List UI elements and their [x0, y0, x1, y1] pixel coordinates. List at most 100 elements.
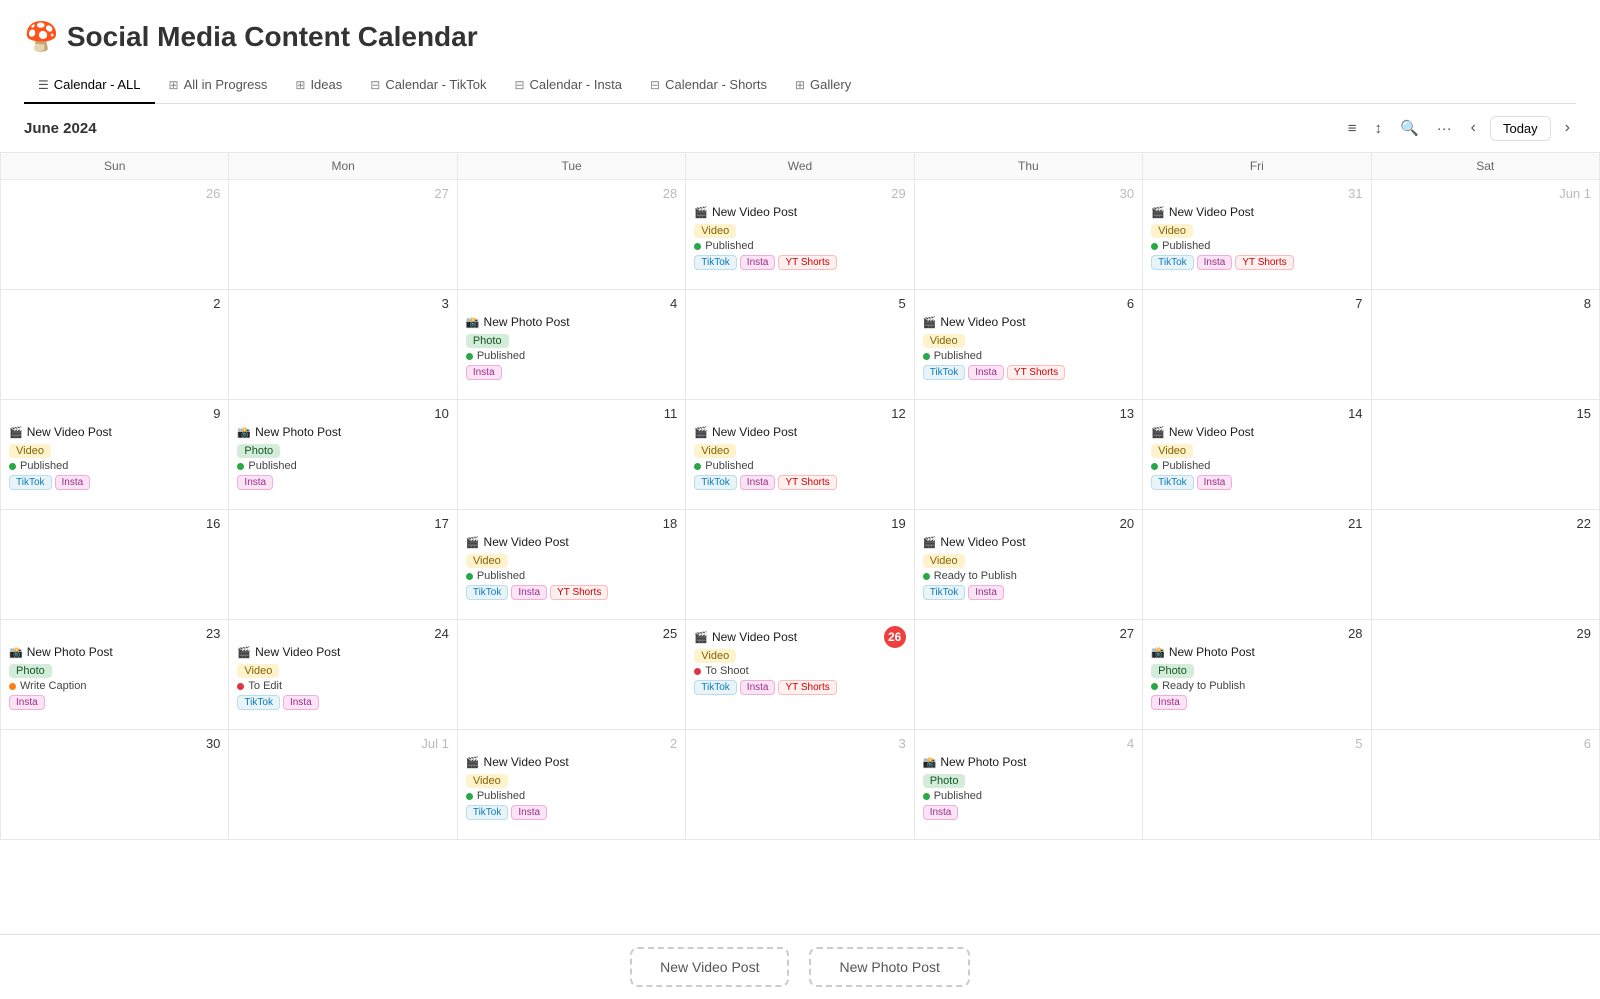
day-number: 4	[923, 736, 1134, 751]
platform-tag: TikTok	[694, 255, 737, 270]
status-dot	[9, 463, 16, 470]
day-number: 3	[237, 296, 448, 311]
status-dot	[466, 353, 473, 360]
status-dot	[923, 793, 930, 800]
platform-tag: TikTok	[1151, 255, 1194, 270]
day-number: 5	[694, 296, 905, 311]
event-status: Published	[923, 790, 1134, 802]
day-number: 28	[466, 186, 677, 201]
sort-icon[interactable]: ↕	[1369, 115, 1387, 142]
platform-tag: YT Shorts	[1235, 255, 1293, 270]
platform-tag: TikTok	[694, 680, 737, 695]
calendar-event[interactable]: 🎬New Video PostVideoPublishedTikTokInsta…	[694, 205, 905, 270]
event-status: Published	[923, 350, 1134, 362]
tab-icon-calendar-tiktok: ⊟	[370, 78, 380, 92]
calendar-cell-2-1: 10📸New Photo PostPhotoPublishedInsta	[229, 400, 457, 510]
calendar-cell-2-4: 13	[914, 400, 1142, 510]
search-icon[interactable]: 🔍	[1395, 114, 1424, 142]
filter-icon[interactable]: ≡	[1343, 115, 1362, 142]
calendar-event[interactable]: 🎬New Video PostVideoPublishedTikTokInsta	[466, 755, 677, 820]
platform-tags: Insta	[1151, 695, 1362, 710]
event-status: Published	[466, 350, 677, 362]
day-number: 2	[466, 736, 677, 751]
tab-all-in-progress[interactable]: ⊞All in Progress	[155, 67, 282, 104]
prev-month-button[interactable]: ‹	[1465, 117, 1482, 139]
calendar-event[interactable]: 🎬New Video PostVideoPublishedTikTokInsta…	[694, 425, 905, 490]
calendar-event[interactable]: 📸New Photo PostPhotoPublishedInsta	[237, 425, 448, 490]
platform-tags: TikTokInstaYT Shorts	[1151, 255, 1362, 270]
event-title: 🎬New Video Post	[923, 535, 1134, 549]
tab-calendar-insta[interactable]: ⊟Calendar - Insta	[500, 67, 636, 104]
day-number: 26	[884, 626, 906, 648]
calendar-event[interactable]: 🎬New Video PostVideoPublishedTikTokInsta…	[1151, 205, 1362, 270]
event-emoji: 🎬	[923, 316, 937, 329]
calendar-cell-0-0: 26	[1, 180, 229, 290]
event-emoji: 🎬	[694, 206, 708, 219]
calendar-event[interactable]: 🎬New Video PostVideoTo EditTikTokInsta	[237, 645, 448, 710]
calendar-event[interactable]: 🎬New Video PostVideoPublishedTikTokInsta…	[466, 535, 677, 600]
platform-tag: Insta	[511, 585, 547, 600]
day-number: 19	[694, 516, 905, 531]
day-number: 8	[1380, 296, 1591, 311]
day-number: 7	[1151, 296, 1362, 311]
calendar-event[interactable]: 🎬New Video PostVideoReady to PublishTikT…	[923, 535, 1134, 600]
calendar-cell-5-3: 3	[686, 730, 914, 840]
status-text: Ready to Publish	[1162, 680, 1245, 692]
day-number: 25	[466, 626, 677, 641]
tab-icon-ideas: ⊞	[295, 78, 305, 92]
tab-ideas[interactable]: ⊞Ideas	[281, 67, 356, 104]
calendar-cell-4-3: 26🎬New Video PostVideoTo ShootTikTokInst…	[686, 620, 914, 730]
calendar-event[interactable]: 🎬New Video PostVideoTo ShootTikTokInstaY…	[694, 630, 905, 695]
new-video-post-button[interactable]: New Video Post	[630, 947, 789, 987]
day-number: 6	[923, 296, 1134, 311]
platform-tags: Insta	[466, 365, 677, 380]
tab-label-calendar-tiktok: Calendar - TikTok	[385, 77, 486, 92]
day-number: 21	[1151, 516, 1362, 531]
event-status: To Edit	[237, 680, 448, 692]
calendar-event[interactable]: 🎬New Video PostVideoPublishedTikTokInsta…	[923, 315, 1134, 380]
more-icon[interactable]: ···	[1432, 115, 1457, 142]
weekday-header-sun: Sun	[1, 153, 229, 180]
calendar-event[interactable]: 🎬New Video PostVideoPublishedTikTokInsta	[9, 425, 220, 490]
day-number: 31	[1151, 186, 1362, 201]
tab-gallery[interactable]: ⊞Gallery	[781, 67, 865, 104]
page-title: Social Media Content Calendar	[67, 21, 478, 53]
status-dot	[1151, 463, 1158, 470]
today-button[interactable]: Today	[1490, 116, 1551, 141]
platform-tags: Insta	[9, 695, 220, 710]
day-number: 18	[466, 516, 677, 531]
platform-tag: TikTok	[923, 585, 966, 600]
tab-label-gallery: Gallery	[810, 77, 851, 92]
day-number: 24	[237, 626, 448, 641]
tab-calendar-all[interactable]: ☰Calendar - ALL	[24, 67, 155, 104]
status-text: Published	[705, 240, 753, 252]
status-text: Published	[1162, 240, 1210, 252]
calendar-event[interactable]: 📸New Photo PostPhotoWrite CaptionInsta	[9, 645, 220, 710]
weekday-header-tue: Tue	[457, 153, 685, 180]
next-month-button[interactable]: ›	[1559, 117, 1576, 139]
weekday-header-fri: Fri	[1143, 153, 1371, 180]
tab-label-calendar-insta: Calendar - Insta	[530, 77, 623, 92]
calendar-event[interactable]: 📸New Photo PostPhotoReady to PublishInst…	[1151, 645, 1362, 710]
platform-tag: Insta	[9, 695, 45, 710]
event-status: Published	[466, 790, 677, 802]
new-photo-post-button[interactable]: New Photo Post	[809, 947, 969, 987]
day-number: Jun 1	[1380, 186, 1591, 201]
platform-tags: Insta	[923, 805, 1134, 820]
tab-calendar-tiktok[interactable]: ⊟ Calendar - TikTok	[356, 67, 500, 104]
event-title: 🎬New Video Post	[694, 630, 883, 644]
calendar-cell-4-0: 23📸New Photo PostPhotoWrite CaptionInsta	[1, 620, 229, 730]
event-type-tag: Video	[237, 664, 279, 678]
status-dot	[237, 683, 244, 690]
event-type-tag: Photo	[1151, 664, 1194, 678]
event-emoji: 🎬	[923, 536, 937, 549]
platform-tags: TikTokInstaYT Shorts	[694, 680, 905, 695]
event-emoji: 🎬	[1151, 206, 1165, 219]
calendar-event[interactable]: 📸New Photo PostPhotoPublishedInsta	[923, 755, 1134, 820]
status-text: Ready to Publish	[934, 570, 1017, 582]
event-title: 🎬New Video Post	[694, 425, 905, 439]
tab-calendar-shorts[interactable]: ⊟Calendar - Shorts	[636, 67, 781, 104]
calendar-event[interactable]: 🎬New Video PostVideoPublishedTikTokInsta	[1151, 425, 1362, 490]
calendar-event[interactable]: 📸New Photo PostPhotoPublishedInsta	[466, 315, 677, 380]
calendar-cell-1-5: 7	[1143, 290, 1371, 400]
